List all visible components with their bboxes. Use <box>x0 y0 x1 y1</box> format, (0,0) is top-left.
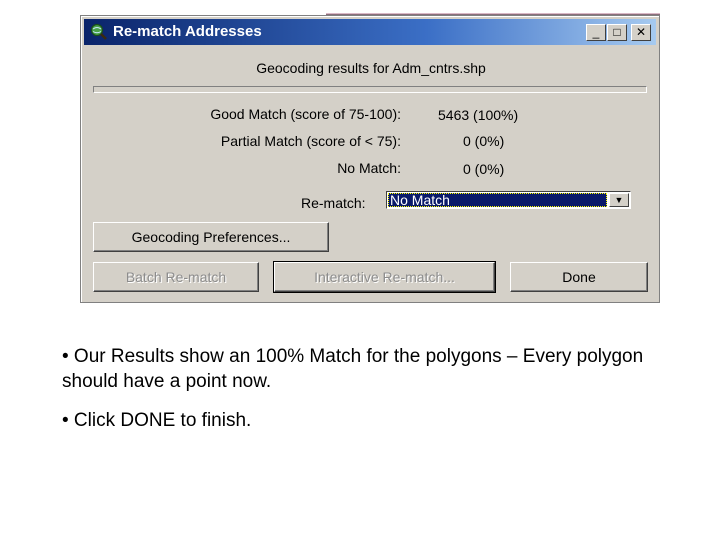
maximize-button[interactable]: □ <box>607 24 627 41</box>
geocoding-preferences-button[interactable]: Geocoding Preferences... <box>93 222 329 252</box>
title-bar[interactable]: Re-match Addresses _ □ ✕ <box>84 19 656 45</box>
dialog-title: Re-match Addresses <box>113 23 262 40</box>
bullet-click-done: • Click DONE to finish. <box>62 410 252 431</box>
chevron-down-icon[interactable]: ▼ <box>609 193 629 207</box>
close-button[interactable]: ✕ <box>631 24 651 41</box>
bullet-results: • Our Results show an 100% Match for the… <box>62 346 644 392</box>
rematch-select[interactable]: No Match ▼ <box>386 191 631 209</box>
geocoding-results-caption: Geocoding results for Adm_cntrs.shp <box>256 60 486 76</box>
progress-bar <box>93 86 647 93</box>
done-button[interactable]: Done <box>510 262 648 292</box>
minimize-button[interactable]: _ <box>586 24 606 41</box>
partial-match-value: 0 (0%) <box>463 133 505 149</box>
good-match-value: 5463 (100%) <box>438 107 519 123</box>
interactive-rematch-button[interactable]: Interactive Re-match... <box>273 261 496 293</box>
good-match-label: Good Match (score of 75-100): <box>210 106 401 122</box>
batch-rematch-button[interactable]: Batch Re-match <box>93 262 259 292</box>
magnifier-globe-icon <box>90 23 107 40</box>
partial-match-label: Partial Match (score of < 75): <box>220 133 401 149</box>
no-match-label: No Match: <box>337 160 401 176</box>
rematch-label: Re-match: <box>301 195 366 211</box>
slide-text: • Our Results show an 100% Match for the… <box>62 344 702 433</box>
no-match-value: 0 (0%) <box>463 161 505 177</box>
rematch-selected-value[interactable]: No Match <box>388 193 607 207</box>
rematch-addresses-dialog: Re-match Addresses _ □ ✕ Geocoding resul… <box>80 15 660 303</box>
